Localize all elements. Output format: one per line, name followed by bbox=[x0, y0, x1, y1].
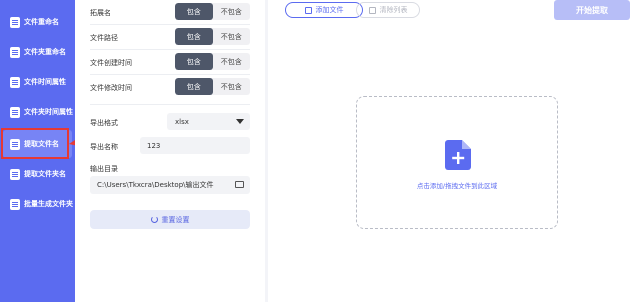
drop-zone-hint: 点击添加/拖拽文件到此区域 bbox=[416, 182, 498, 190]
sidebar-item-label: 文件夹重命名 bbox=[24, 48, 66, 56]
folder-open-icon[interactable] bbox=[235, 181, 244, 188]
export-name-label: 导出名称 bbox=[90, 143, 118, 151]
file-drop-zone[interactable]: 点击添加/拖拽文件到此区域 bbox=[356, 96, 558, 229]
settings-panel: 拓展名 包含 不包含 文件路径 包含 不包含 文件创建时间 包含 不包含 文件修… bbox=[75, 0, 265, 302]
exclude-option[interactable]: 不包含 bbox=[213, 53, 251, 70]
sidebar-item-label: 批量生成文件夹 bbox=[24, 200, 73, 208]
include-option[interactable]: 包含 bbox=[175, 53, 213, 70]
sidebar-item-label: 文件重命名 bbox=[24, 18, 59, 26]
folder-icon bbox=[10, 46, 20, 58]
divider bbox=[90, 24, 250, 25]
sidebar-item-label: 文件夹时间属性 bbox=[24, 108, 73, 116]
export-format-label: 导出格式 bbox=[90, 119, 118, 127]
row-label-created: 文件创建时间 bbox=[90, 59, 132, 67]
reset-label: 重置设置 bbox=[161, 215, 190, 224]
document-icon bbox=[10, 16, 20, 28]
export-name-input[interactable]: 123 bbox=[140, 137, 250, 154]
row-label-extension: 拓展名 bbox=[90, 9, 111, 17]
exclude-option[interactable]: 不包含 bbox=[213, 78, 251, 95]
divider bbox=[90, 74, 250, 75]
folder-icon bbox=[10, 106, 20, 118]
add-file-icon bbox=[445, 140, 471, 170]
exclude-option[interactable]: 不包含 bbox=[213, 28, 251, 45]
sidebar-item-file-time[interactable]: 文件时间属性 bbox=[3, 68, 72, 96]
refresh-icon bbox=[150, 216, 158, 223]
divider bbox=[90, 104, 250, 105]
export-format-select[interactable]: xlsx bbox=[167, 113, 250, 130]
include-option[interactable]: 包含 bbox=[175, 78, 213, 95]
sidebar-item-folder-time[interactable]: 文件夹时间属性 bbox=[3, 98, 73, 126]
sidebar-item-label: 文件时间属性 bbox=[24, 78, 66, 86]
exclude-option[interactable]: 不包含 bbox=[213, 3, 251, 20]
sidebar-item-extract-foldername[interactable]: 提取文件夹名 bbox=[3, 160, 72, 188]
include-option[interactable]: 包含 bbox=[175, 28, 213, 45]
modified-toggle: 包含 不包含 bbox=[175, 78, 250, 95]
created-toggle: 包含 不包含 bbox=[175, 53, 250, 70]
output-dir-field[interactable]: C:\Users\Tkxcra\Desktop\输出文件 bbox=[90, 176, 250, 194]
trash-icon bbox=[368, 6, 376, 14]
sidebar-item-label: 提取文件夹名 bbox=[24, 170, 66, 178]
include-option[interactable]: 包含 bbox=[175, 3, 213, 20]
reset-settings-button[interactable]: 重置设置 bbox=[90, 210, 250, 229]
divider bbox=[90, 49, 250, 50]
export-format-value: xlsx bbox=[175, 117, 189, 126]
add-file-icon bbox=[304, 6, 312, 14]
folder-icon bbox=[10, 168, 20, 180]
sidebar-item-folder-rename[interactable]: 文件夹重命名 bbox=[3, 38, 72, 66]
main-area: 添加文件 清除列表 开始提取 点击添加/拖拽文件到此区域 bbox=[268, 0, 640, 302]
clear-list-label: 清除列表 bbox=[379, 6, 408, 14]
export-name-value: 123 bbox=[147, 141, 161, 150]
annotation-highlight-box bbox=[1, 128, 69, 159]
add-file-button[interactable]: 添加文件 bbox=[285, 2, 363, 18]
folder-plus-icon bbox=[10, 198, 20, 210]
clear-list-button[interactable]: 清除列表 bbox=[356, 2, 420, 18]
row-label-path: 文件路径 bbox=[90, 34, 118, 42]
output-dir-label: 输出目录 bbox=[90, 165, 118, 173]
sidebar-item-batch-create[interactable]: 批量生成文件夹 bbox=[3, 190, 73, 218]
output-dir-value: C:\Users\Tkxcra\Desktop\输出文件 bbox=[97, 181, 214, 189]
document-icon bbox=[10, 76, 20, 88]
path-toggle: 包含 不包含 bbox=[175, 28, 250, 45]
add-file-label: 添加文件 bbox=[315, 6, 344, 14]
row-label-modified: 文件修改时间 bbox=[90, 84, 132, 92]
extension-toggle: 包含 不包含 bbox=[175, 3, 250, 20]
sidebar-item-file-rename[interactable]: 文件重命名 bbox=[3, 8, 72, 36]
chevron-down-icon bbox=[236, 119, 244, 124]
start-extract-button[interactable]: 开始提取 bbox=[554, 0, 630, 20]
